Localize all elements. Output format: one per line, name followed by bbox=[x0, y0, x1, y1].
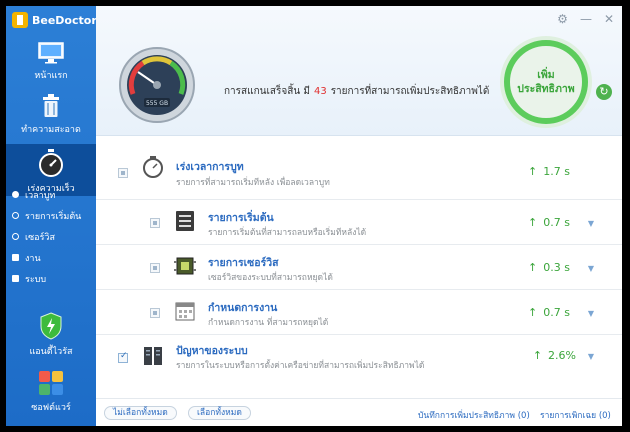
submenu-label: เซอร์วิส bbox=[25, 232, 55, 243]
gauge-label: 555 GB bbox=[146, 100, 168, 107]
optimize-button[interactable]: เพิ่มประสิทธิภาพ bbox=[504, 40, 588, 124]
row-title: กำหนดการงาน bbox=[208, 302, 278, 314]
window-controls: ⚙ — ✕ bbox=[557, 12, 614, 26]
calendar-icon bbox=[175, 302, 195, 321]
submenu-item-boot-time[interactable]: เวลาบูท bbox=[6, 184, 96, 205]
row-description: รายการที่สามารถเริ่มทีหลัง เพื่อลดเวลาบู… bbox=[176, 178, 330, 188]
app-window: BeeDoctor หน้าแรก ทำความสะอาด เร่งความเร… bbox=[6, 6, 622, 426]
speed-gauge-icon: 555 GB bbox=[119, 47, 195, 123]
up-arrow-icon: ↑ bbox=[532, 349, 543, 362]
minimize-button[interactable]: — bbox=[580, 12, 592, 26]
ignored-items-link[interactable]: รายการเพิกเฉย (0) bbox=[540, 408, 611, 422]
sidebar-item-clean[interactable]: ทำความสะอาด bbox=[6, 94, 96, 140]
app-title: BeeDoctor bbox=[32, 13, 97, 27]
tasks-icon bbox=[12, 254, 19, 261]
row-value-text: 1.7 s bbox=[543, 165, 570, 178]
up-arrow-icon: ↑ bbox=[528, 216, 538, 229]
sidebar-item-label: ซอฟต์แวร์ bbox=[31, 403, 71, 413]
scan-result-text: การสแกนเสร็จสิ้น มี 43 รายการที่สามารถเพิ่… bbox=[224, 84, 489, 99]
expand-chevron-icon[interactable]: ▼ bbox=[588, 309, 594, 318]
list-item-services: รายการเซอร์วิส เซอร์วิสของระบบที่สามารถห… bbox=[96, 245, 622, 290]
row-title: ปัญหาของระบบ bbox=[176, 345, 248, 357]
shield-icon bbox=[40, 312, 62, 340]
rescan-refresh-icon[interactable]: ↻ bbox=[596, 84, 612, 100]
scan-count: 43 bbox=[313, 86, 327, 97]
scan-prefix: การสแกนเสร็จสิ้น มี bbox=[224, 86, 310, 97]
footer-bar: ไม่เลือกทั้งหมด เลือกทั้งหมด บันทึกการเพ… bbox=[96, 398, 622, 426]
sidebar-item-home[interactable]: หน้าแรก bbox=[6, 42, 96, 86]
expand-chevron-icon[interactable]: ▼ bbox=[588, 352, 594, 361]
up-arrow-icon: ↑ bbox=[528, 306, 538, 319]
row-description: เซอร์วิสของระบบที่สามารถหยุดได้ bbox=[208, 273, 333, 283]
row-checkbox[interactable] bbox=[150, 218, 160, 228]
row-saving-value: ↑ 0.7 s bbox=[528, 216, 570, 229]
sidebar-item-label: แอนตี้ไวรัส bbox=[29, 347, 73, 357]
submenu-label: รายการเริ่มต้น bbox=[25, 211, 82, 222]
services-icon bbox=[12, 233, 19, 240]
sidebar-item-label: หน้าแรก bbox=[34, 71, 68, 81]
server-icon bbox=[144, 347, 162, 365]
row-saving-value: ↑ 0.3 s bbox=[528, 261, 570, 274]
row-value-text: 0.7 s bbox=[543, 216, 570, 229]
row-title: รายการเริ่มต้น bbox=[208, 212, 274, 224]
list-item-scheduled-tasks: กำหนดการงาน กำหนดการงาน ที่สามารถหยุดได้… bbox=[96, 290, 622, 335]
software-icon bbox=[39, 371, 63, 395]
submenu-label: งาน bbox=[25, 253, 41, 264]
expand-chevron-icon[interactable]: ▼ bbox=[588, 264, 594, 273]
sidebar-item-label: ทำความสะอาด bbox=[21, 125, 81, 135]
row-saving-value: ↑ 2.6% bbox=[533, 349, 576, 362]
scan-suffix: รายการที่สามารถเพิ่มประสิทธิภาพได้ bbox=[330, 86, 490, 97]
settings-gear-icon[interactable]: ⚙ bbox=[557, 12, 568, 26]
row-description: กำหนดการงาน ที่สามารถหยุดได้ bbox=[208, 318, 329, 328]
optimize-button-label: เพิ่มประสิทธิภาพ bbox=[517, 69, 575, 95]
chip-icon bbox=[174, 257, 196, 275]
row-title: เร่งเวลาการบูท bbox=[176, 161, 244, 173]
sidebar-item-antivirus[interactable]: แอนตี้ไวรัส bbox=[6, 312, 96, 360]
optimization-log-link[interactable]: บันทึกการเพิ่มประสิทธิภาพ (0) bbox=[418, 408, 530, 422]
sidebar: BeeDoctor หน้าแรก ทำความสะอาด เร่งความเร… bbox=[6, 6, 97, 426]
submenu-label: ระบบ bbox=[25, 274, 47, 285]
submenu-item-startup[interactable]: รายการเริ่มต้น bbox=[6, 205, 96, 226]
list-item-boot-time: เร่งเวลาการบูท รายการที่สามารถเริ่มทีหลั… bbox=[96, 148, 622, 200]
row-checkbox[interactable] bbox=[118, 351, 128, 363]
list-item-system-issues: ปัญหาของระบบ รายการในระบบหรือการตั้งค่าเ… bbox=[96, 335, 622, 381]
speedup-submenu: เวลาบูท รายการเริ่มต้น เซอร์วิส งาน ระบบ bbox=[6, 191, 96, 289]
row-value-text: 0.3 s bbox=[543, 261, 570, 274]
row-title: รายการเซอร์วิส bbox=[208, 257, 279, 269]
row-description: รายการในระบบหรือการตั้งค่าเครือข่ายที่สา… bbox=[176, 361, 425, 371]
submenu-item-system[interactable]: ระบบ bbox=[6, 268, 96, 289]
row-value-text: 2.6% bbox=[548, 349, 576, 362]
row-description: รายการเริ่มต้นที่สามารถลบหรือเริ่มทีหลัง… bbox=[208, 228, 367, 238]
scan-summary-header: ⚙ — ✕ 555 GB การสแกนเสร็จสิ้น มี 43 รายการ… bbox=[96, 6, 622, 136]
row-saving-value: ↑ 1.7 s bbox=[528, 165, 570, 178]
startup-icon bbox=[12, 212, 19, 219]
deselect-all-button[interactable]: ไม่เลือกทั้งหมด bbox=[104, 406, 177, 420]
close-button[interactable]: ✕ bbox=[604, 12, 614, 26]
monitor-icon bbox=[38, 42, 64, 64]
trash-icon bbox=[43, 94, 59, 117]
system-icon bbox=[12, 275, 19, 282]
row-checkbox[interactable] bbox=[118, 168, 128, 178]
brand: BeeDoctor bbox=[12, 10, 97, 30]
submenu-item-tasks[interactable]: งาน bbox=[6, 247, 96, 268]
select-all-button[interactable]: เลือกทั้งหมด bbox=[188, 406, 251, 420]
expand-chevron-icon[interactable]: ▼ bbox=[588, 219, 594, 228]
submenu-item-services[interactable]: เซอร์วิส bbox=[6, 226, 96, 247]
list-item-startup: รายการเริ่มต้น รายการเริ่มต้นที่สามารถลบ… bbox=[96, 200, 622, 245]
row-checkbox[interactable] bbox=[150, 308, 160, 318]
row-checkbox[interactable] bbox=[150, 263, 160, 273]
row-saving-value: ↑ 0.7 s bbox=[528, 306, 570, 319]
clock-icon bbox=[12, 191, 19, 198]
submenu-label: เวลาบูท bbox=[25, 190, 56, 201]
app-logo-icon bbox=[12, 12, 28, 28]
up-arrow-icon: ↑ bbox=[528, 165, 538, 178]
row-value-text: 0.7 s bbox=[543, 306, 570, 319]
sidebar-item-software[interactable]: ซอฟต์แวร์ bbox=[6, 370, 96, 418]
up-arrow-icon: ↑ bbox=[528, 261, 538, 274]
stopwatch-icon bbox=[39, 149, 63, 177]
boot-timer-icon bbox=[143, 156, 163, 178]
startup-list-icon bbox=[176, 211, 194, 231]
